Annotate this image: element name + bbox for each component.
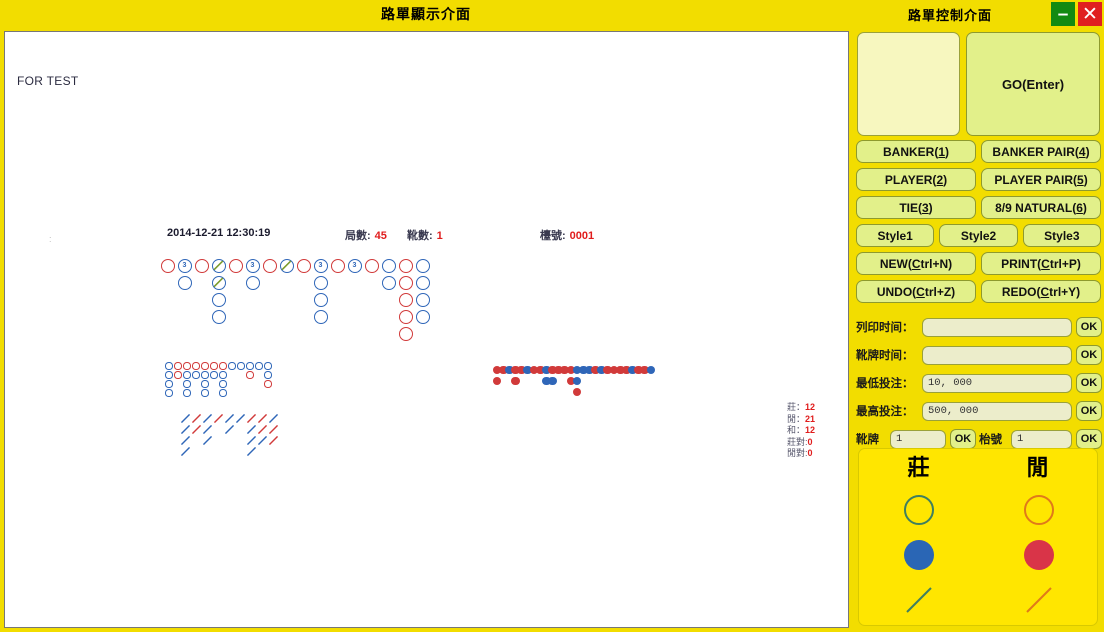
banker-button[interactable]: BANKER(1) <box>856 140 976 163</box>
input-preview-pad[interactable] <box>857 32 960 136</box>
legend-player-slash-icon <box>1026 587 1052 613</box>
legend-banker-dot-icon <box>904 540 934 570</box>
style2-button[interactable]: Style2 <box>939 224 1018 247</box>
stat-value: 0 <box>807 436 813 447</box>
go-button[interactable]: GO(Enter) <box>966 32 1100 136</box>
button-row: Style1 Style2 Style3 <box>856 224 1101 247</box>
print-time-ok-button[interactable]: OK <box>1076 317 1102 337</box>
banker-pair-button[interactable]: BANKER PAIR(4) <box>981 140 1101 163</box>
bead-plate-mark <box>548 376 557 386</box>
natural-button[interactable]: 8/9 NATURAL(6) <box>981 196 1101 219</box>
stat-label: 閒： <box>787 413 806 424</box>
max-bet-label: 最高投注： <box>856 406 914 418</box>
stat-row: 閒：21 <box>787 414 847 426</box>
title-bar: 路單顯示介面 路單控制介面 – ✕ <box>0 0 1104 28</box>
legend-banker-title: 莊 <box>907 455 930 480</box>
shoe-time-row: 靴牌时间： OK <box>856 344 1102 366</box>
tie-button[interactable]: TIE(3) <box>856 196 976 219</box>
stat-label: 莊： <box>787 402 806 412</box>
max-bet-ok-button[interactable]: OK <box>1076 401 1102 421</box>
print-button[interactable]: PRINT(Ctrl+P) <box>981 252 1101 275</box>
stat-row: 莊：12 <box>787 402 847 414</box>
display-window-title: 路單顯示介面 <box>381 6 471 22</box>
min-bet-ok-button[interactable]: OK <box>1076 373 1102 393</box>
legend-header: 莊 閒 <box>859 449 1097 483</box>
seat-number-ok-button[interactable]: OK <box>1076 429 1102 449</box>
legend-banker-column <box>859 483 979 625</box>
button-row: PLAYER(2) PLAYER PAIR(5) <box>856 168 1101 191</box>
legend-panel: 莊 閒 <box>858 448 1098 626</box>
button-row: UNDO(Ctrl+Z) REDO(Ctrl+Y) <box>856 280 1101 303</box>
seat-number-label: 枱號 <box>979 434 1002 446</box>
stat-label: 和： <box>787 425 806 435</box>
seat-number-input[interactable]: 1 <box>1011 429 1072 449</box>
button-row: BANKER(1) BANKER PAIR(4) <box>856 140 1101 163</box>
stat-row: 莊對:0 <box>787 437 847 449</box>
min-bet-input[interactable]: 10, 000 <box>922 373 1072 393</box>
shoe-number-input[interactable]: 1 <box>890 429 946 449</box>
stat-label: 莊對: <box>787 436 808 447</box>
legend-banker-slash-icon <box>906 587 932 613</box>
print-time-label: 列印时间： <box>856 322 914 334</box>
stat-label: 閒對: <box>787 448 808 458</box>
legend-player-ring-icon <box>1024 495 1054 525</box>
stat-value: 0 <box>807 448 813 458</box>
control-panel: GO(Enter) BANKER(1) BANKER PAIR(4) PLAYER(… <box>853 28 1104 632</box>
legend-player-dot-icon <box>1024 540 1054 570</box>
action-button-grid: BANKER(1) BANKER PAIR(4) PLAYER(2) PLAYER P… <box>856 140 1101 308</box>
control-window-title: 路單控制介面 <box>907 7 992 23</box>
shoe-seat-row: 靴牌 1 OK 枱號 1 OK <box>856 428 1102 450</box>
legend-banker-ring-icon <box>904 495 934 525</box>
settings-fields: 列印时间： OK 靴牌时间： OK 最低投注： 10, 000 OK 最高投注： 500, 00… <box>856 316 1102 456</box>
min-bet-row: 最低投注： 10, 000 OK <box>856 372 1102 394</box>
bead-plate-mark <box>572 376 582 386</box>
statistics-box: 莊：12 閒：21 和：12 莊對:0 閒對:0 <box>787 402 847 460</box>
player-button[interactable]: PLAYER(2) <box>856 168 976 191</box>
button-row: TIE(3) 8/9 NATURAL(6) <box>856 196 1101 219</box>
shoe-number-label: 靴牌 <box>856 434 879 446</box>
road-display-panel: FOR TEST 2014-12-21 12:30:19 局數: 45 靴數: 1 … <box>4 31 849 628</box>
undo-button[interactable]: UNDO(Ctrl+Z) <box>856 280 976 303</box>
max-bet-row: 最高投注： 500, 000 OK <box>856 400 1102 422</box>
stat-value: 12 <box>805 402 816 412</box>
stat-value: 12 <box>805 425 816 435</box>
top-box-row: GO(Enter) <box>857 32 1100 136</box>
bead-plate-mark <box>646 365 656 375</box>
bead-plate-mark <box>572 387 582 397</box>
stat-row: 閒對:0 <box>787 448 847 460</box>
window-buttons: – ✕ <box>1051 2 1102 26</box>
shoe-number-ok-button[interactable]: OK <box>950 429 976 449</box>
app-root: 路單顯示介面 路單控制介面 – ✕ FOR TEST 2014-12-21 12… <box>0 0 1104 632</box>
player-pair-button[interactable]: PLAYER PAIR(5) <box>981 168 1101 191</box>
stat-value: 21 <box>805 413 816 424</box>
minimize-icon[interactable]: – <box>1051 2 1075 26</box>
new-button[interactable]: NEW(Ctrl+N) <box>856 252 976 275</box>
bead-plate-mark <box>511 376 520 386</box>
bead-plate-road <box>5 32 850 629</box>
legend-body <box>859 483 1097 625</box>
legend-player-column <box>979 483 1099 625</box>
print-time-input[interactable] <box>922 317 1072 337</box>
close-icon[interactable]: ✕ <box>1078 2 1102 26</box>
print-time-row: 列印时间： OK <box>856 316 1102 338</box>
min-bet-label: 最低投注： <box>856 378 914 390</box>
stat-row: 和：12 <box>787 425 847 437</box>
redo-button[interactable]: REDO(Ctrl+Y) <box>981 280 1101 303</box>
legend-player-title: 閒 <box>1026 455 1049 480</box>
style3-button[interactable]: Style3 <box>1022 224 1101 247</box>
button-row: NEW(Ctrl+N) PRINT(Ctrl+P) <box>856 252 1101 275</box>
shoe-time-input[interactable] <box>922 345 1072 365</box>
shoe-time-label: 靴牌时间： <box>856 350 914 362</box>
bead-plate-mark <box>492 376 502 386</box>
style1-button[interactable]: Style1 <box>856 224 935 247</box>
max-bet-input[interactable]: 500, 000 <box>922 401 1072 421</box>
shoe-time-ok-button[interactable]: OK <box>1076 345 1102 365</box>
